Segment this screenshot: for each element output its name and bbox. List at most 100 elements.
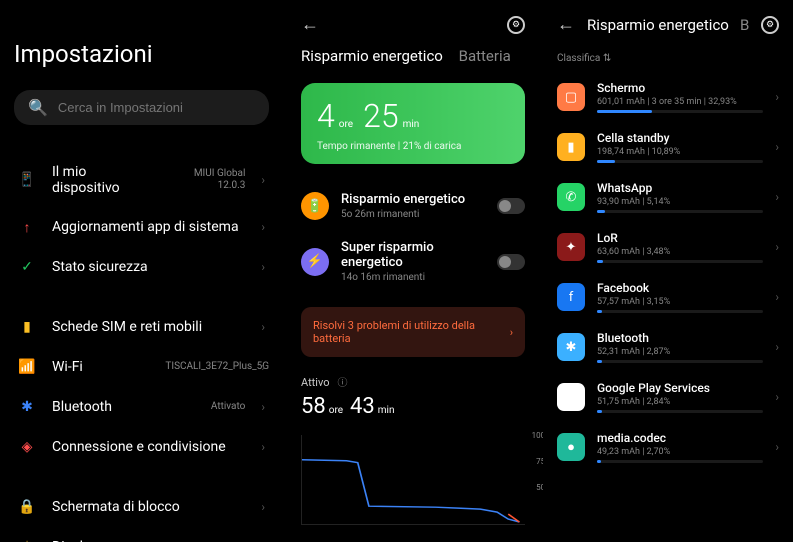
app-name: Facebook [597,281,763,295]
chevron-right-icon: › [775,90,779,104]
row-label: Il mio dispositivo [52,164,149,196]
row-icon: ✱ [18,398,36,416]
page-title: Impostazioni [14,40,269,68]
app-icon: ● [557,433,585,461]
row-icon: ▮ [18,318,36,336]
app-row[interactable]: ▮ Cella standby 198,74 mAh | 10,89% › [557,122,779,172]
chevron-right-icon: › [261,220,265,234]
row-meta: TISCALI_3E72_Plus_5G [165,361,245,373]
toggle[interactable] [497,198,525,214]
settings-row[interactable]: ✓ Stato sicurezza › [14,247,269,287]
app-row[interactable]: ✱ Bluetooth 52,31 mAh | 2,87% › [557,322,779,372]
sort-dropdown[interactable]: Classifica ⇅ [557,53,779,64]
battery-chart: 100% 75% 50% [301,435,525,525]
settings-row[interactable]: ◈Connessione e condivisione› [14,427,269,467]
row-label: Schede SIM e reti mobili [52,319,245,335]
app-stats: 63,60 mAh | 3,48% [597,247,763,257]
search-icon: 🔍 [28,98,48,117]
app-row[interactable]: ● media.codec 49,23 mAh | 2,70% › [557,422,779,472]
row-label: Bluetooth [52,399,195,415]
battery-usage-panel: ← Risparmio energetico Bat ⚙ Classifica … [543,0,793,542]
back-icon[interactable]: ← [557,14,575,35]
settings-row[interactable]: ☀Display› [14,527,269,542]
hours-value: 4 [317,97,335,135]
app-name: WhatsApp [597,181,763,195]
app-icon: f [557,283,585,311]
search-box[interactable]: 🔍 [14,90,269,125]
app-row[interactable]: ◆Google Play Services51,75 mAh | 2,84%› [557,372,779,422]
row-icon: 📶 [18,358,36,376]
battery-saver-panel: ← ⚙ Risparmio energetico Batteria 4 ore … [283,0,543,542]
settings-row[interactable]: 🔒 Schermata di blocco › [14,487,269,527]
row-label: Aggiornamenti app di sistema [52,219,245,235]
settings-row[interactable]: ✱BluetoothAttivato› [14,387,269,427]
chevron-right-icon: › [261,500,265,514]
row-label: Connessione e condivisione [52,439,245,455]
settings-row[interactable]: ▮ Schede SIM e reti mobili › [14,307,269,347]
chevron-right-icon: › [261,320,265,334]
row-label: Wi-Fi [52,359,149,375]
app-row[interactable]: ✦LoR63,60 mAh | 3,48%› [557,222,779,272]
toggle[interactable] [497,254,525,270]
app-icon: ▮ [557,133,585,161]
settings-row[interactable]: 📶 Wi-Fi TISCALI_3E72_Plus_5G › [14,347,269,387]
app-stats: 57,57 mAh | 3,15% [597,297,763,307]
app-name: Schermo [597,81,763,95]
time-remaining-card: 4 ore 25 min Tempo rimanente | 21% di ca… [301,83,525,164]
tab-current[interactable]: Risparmio energetico [301,47,443,65]
chevron-right-icon: › [261,173,265,187]
battery-saver-mode[interactable]: 🔋 Risparmio energetico 5o 26m rimanenti [301,182,525,230]
app-stats: 198,74 mAh | 10,89% [597,147,763,157]
back-icon[interactable]: ← [301,14,319,35]
settings-row[interactable]: ↑ Aggiornamenti app di sistema › [14,207,269,247]
bolt-icon: ⚡ [301,248,329,276]
settings-panel: Impostazioni 🔍 📱Il mio dispositivoMIUI G… [0,0,283,542]
app-stats: 93,90 mAh | 5,14% [597,197,763,207]
row-label: Stato sicurezza [52,259,245,275]
app-row[interactable]: ▢ Schermo 601,01 mAh | 3 ore 35 min | 32,9… [557,72,779,122]
chevron-right-icon: › [261,360,265,374]
gear-icon[interactable]: ⚙ [507,16,525,34]
row-meta: MIUI Global 12.0.3 [165,168,245,192]
gear-icon[interactable]: ⚙ [761,16,779,34]
app-name: Cella standby [597,131,763,145]
app-name: media.codec [597,431,763,445]
active-time: Attivo ⓘ 58 ore 43 min [301,371,525,419]
row-label: Schermata di blocco [52,499,245,515]
chevron-right-icon: › [510,326,513,339]
super-saver-mode[interactable]: ⚡ Super risparmio energetico 14o 16m rim… [301,230,525,293]
battery-icon: 🔋 [301,192,329,220]
row-icon: ✓ [18,258,36,276]
chevron-right-icon: › [775,190,779,204]
chevron-right-icon: › [261,400,265,414]
row-icon: ↑ [18,218,36,236]
app-icon: ▢ [557,83,585,111]
chevron-right-icon: › [261,440,265,454]
chevron-right-icon: › [775,290,779,304]
app-name: LoR [597,231,763,245]
chevron-right-icon: › [775,390,779,404]
chevron-right-icon: › [775,340,779,354]
header: ← Risparmio energetico Bat ⚙ [557,10,779,45]
chevron-right-icon: › [775,140,779,154]
row-icon: ☀ [18,538,36,542]
app-row[interactable]: f Facebook 57,57 mAh | 3,15% › [557,272,779,322]
app-row[interactable]: ✆WhatsApp93,90 mAh | 5,14%› [557,172,779,222]
charge-status: Tempo rimanente | 21% di carica [317,141,509,152]
app-stats: 52,31 mAh | 2,87% [597,347,763,357]
app-name: Bluetooth [597,331,763,345]
settings-row[interactable]: 📱Il mio dispositivoMIUI Global 12.0.3› [14,153,269,207]
tab-battery[interactable]: Batteria [459,47,511,65]
app-stats: 601,01 mAh | 3 ore 35 min | 32,93% [597,97,763,107]
chevron-right-icon: › [775,440,779,454]
row-icon: 🔒 [18,498,36,516]
battery-issues-banner[interactable]: Risolvi 3 problemi di utilizzo della bat… [301,307,525,357]
header: ← ⚙ [301,10,525,47]
app-stats: 49,23 mAh | 2,70% [597,447,763,457]
minutes-value: 25 [363,97,399,135]
app-icon: ✱ [557,333,585,361]
info-icon[interactable]: ⓘ [337,378,347,389]
app-icon: ◆ [557,383,585,411]
chevron-right-icon: › [261,260,265,274]
search-input[interactable] [58,100,255,115]
